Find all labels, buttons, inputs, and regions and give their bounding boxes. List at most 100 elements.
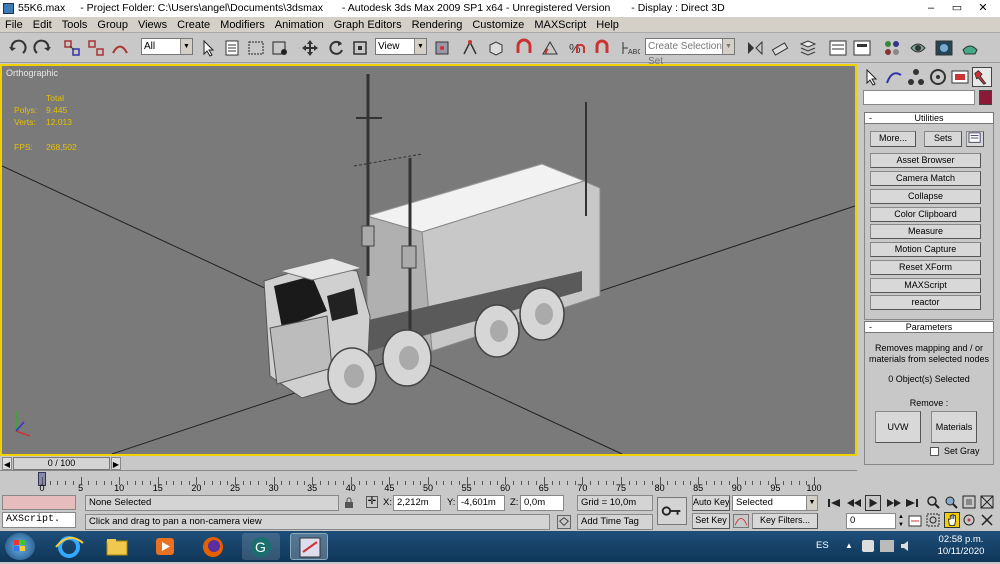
minimize-button[interactable]: – (918, 0, 944, 17)
key-mode-dropdown[interactable]: Selected ▼ (732, 495, 818, 511)
file-explorer-icon[interactable] (98, 533, 136, 560)
close-button[interactable]: ✕ (970, 0, 996, 17)
use-pivot-center-icon[interactable] (432, 38, 452, 58)
object-name-field[interactable] (863, 90, 975, 105)
utility-asset-browser-button[interactable]: Asset Browser (870, 153, 981, 168)
create-tab-icon[interactable] (862, 67, 882, 87)
absolute-mode-icon[interactable]: ✛ (366, 496, 378, 508)
frame-spinner-icon[interactable]: ▲ ▼ (898, 513, 904, 529)
menu-edit[interactable]: Edit (28, 17, 57, 33)
curve-editor-icon[interactable] (828, 38, 848, 58)
next-frame-arrow-icon[interactable]: ▶ (111, 457, 121, 470)
viewport-label[interactable]: Orthographic (6, 68, 58, 78)
layer-manager-icon[interactable] (798, 38, 818, 58)
reference-coordinate-dropdown[interactable]: View ▼ (375, 38, 427, 55)
utilities-rollout-header[interactable]: - Utilities (864, 112, 994, 124)
select-object-icon[interactable] (198, 38, 218, 58)
undo-icon[interactable] (8, 38, 28, 58)
menu-animation[interactable]: Animation (270, 17, 329, 33)
configure-button-sets-icon[interactable] (966, 131, 984, 147)
rectangular-selection-icon[interactable] (246, 38, 266, 58)
quick-render-icon[interactable] (960, 38, 980, 58)
track-bar-menu[interactable] (0, 471, 30, 493)
zoom-extents-all-icon[interactable] (980, 495, 994, 509)
start-button-icon[interactable] (5, 533, 35, 560)
utility-camera-match-button[interactable]: Camera Match (870, 171, 981, 186)
firefox-icon[interactable] (194, 533, 232, 560)
z-coordinate-field[interactable]: 0,0m (520, 495, 564, 511)
maximize-button[interactable]: ▭ (944, 0, 970, 17)
menu-group[interactable]: Group (92, 17, 133, 33)
maximize-viewport-icon[interactable] (980, 513, 994, 527)
keyboard-shortcut-override-icon[interactable] (486, 38, 506, 58)
set-keys-key-icon[interactable] (657, 497, 687, 525)
app-taskbar-icon[interactable]: G (242, 533, 280, 560)
bind-to-space-warp-icon[interactable] (110, 38, 130, 58)
window-crossing-icon[interactable] (270, 38, 290, 58)
maxscript-input[interactable]: AXScript. (2, 512, 76, 528)
menu-views[interactable]: Views (133, 17, 172, 33)
display-tab-icon[interactable] (950, 67, 970, 87)
spinner-snap-icon[interactable] (592, 38, 612, 58)
time-configuration-icon[interactable] (908, 514, 922, 528)
next-frame-icon[interactable] (886, 496, 902, 510)
add-time-tag-button[interactable]: Add Time Tag (577, 514, 653, 530)
edit-named-selection-icon[interactable]: ABC (620, 38, 642, 58)
key-filters-button[interactable]: Key Filters... (752, 513, 818, 529)
remove-uvw-button[interactable]: UVW (875, 411, 921, 443)
system-clock[interactable]: 02:58 p.m. 10/11/2020 (930, 534, 992, 558)
pan-view-icon[interactable] (944, 512, 960, 528)
previous-frame-icon[interactable] (846, 496, 862, 510)
utility-maxscript-button[interactable]: MAXScript (870, 278, 981, 293)
menu-file[interactable]: File (0, 17, 28, 33)
modify-tab-icon[interactable] (884, 67, 904, 87)
current-frame-field[interactable]: 0 (846, 513, 896, 529)
set-key-button[interactable]: Set Key (692, 513, 730, 529)
motion-tab-icon[interactable] (928, 67, 948, 87)
object-color-swatch[interactable] (979, 90, 992, 105)
select-and-rotate-icon[interactable] (326, 38, 346, 58)
time-slider-handle[interactable]: 0 / 100 (13, 457, 110, 470)
material-editor-icon[interactable] (882, 38, 902, 58)
more-utilities-button[interactable]: More... (870, 131, 916, 147)
menu-help[interactable]: Help (591, 17, 624, 33)
perspective-viewport[interactable]: Orthographic Total Polys: 9.445 Verts: 12.… (0, 64, 857, 456)
play-animation-icon[interactable] (865, 495, 881, 511)
utilities-tab-icon[interactable] (972, 67, 992, 87)
maxscript-listener-mini[interactable] (2, 495, 76, 510)
volume-icon[interactable] (900, 540, 914, 552)
menu-graph-editors[interactable]: Graph Editors (329, 17, 407, 33)
select-and-scale-icon[interactable] (350, 38, 370, 58)
go-to-end-icon[interactable] (904, 496, 920, 510)
utility-reactor-button[interactable]: reactor (870, 295, 981, 310)
utility-reset-xform-button[interactable]: Reset XForm (870, 260, 981, 275)
menu-customize[interactable]: Customize (467, 17, 529, 33)
utility-measure-button[interactable]: Measure (870, 224, 981, 239)
network-icon[interactable] (880, 540, 894, 552)
menu-tools[interactable]: Tools (57, 17, 93, 33)
menu-rendering[interactable]: Rendering (407, 17, 468, 33)
sets-button[interactable]: Sets (924, 131, 962, 147)
orbit-icon[interactable] (962, 513, 976, 527)
language-indicator[interactable]: ES (816, 540, 829, 551)
rendered-frame-window-icon[interactable] (934, 38, 954, 58)
mirror-icon[interactable] (745, 38, 765, 58)
menu-create[interactable]: Create (172, 17, 215, 33)
x-coordinate-field[interactable]: 2,212m (393, 495, 441, 511)
set-gray-checkbox[interactable] (930, 447, 939, 456)
default-in-out-tangent-icon[interactable] (733, 514, 749, 528)
utility-collapse-button[interactable]: Collapse (870, 189, 981, 204)
unlink-selection-icon[interactable] (86, 38, 106, 58)
select-and-manipulate-icon[interactable] (460, 38, 480, 58)
utility-motion-capture-button[interactable]: Motion Capture (870, 242, 981, 257)
parameters-rollout-header[interactable]: - Parameters (864, 321, 994, 333)
remove-materials-button[interactable]: Materials (931, 411, 977, 443)
redo-icon[interactable] (32, 38, 52, 58)
selection-filter-dropdown[interactable]: All ▼ (141, 38, 193, 55)
named-selection-dropdown[interactable]: Create Selection Set ▼ (645, 38, 735, 67)
y-coordinate-field[interactable]: -4,601m (457, 495, 505, 511)
menu-maxscript[interactable]: MAXScript (529, 17, 591, 33)
zoom-extents-icon[interactable] (962, 495, 976, 509)
internet-explorer-icon[interactable] (50, 533, 88, 560)
select-by-name-icon[interactable] (222, 38, 242, 58)
